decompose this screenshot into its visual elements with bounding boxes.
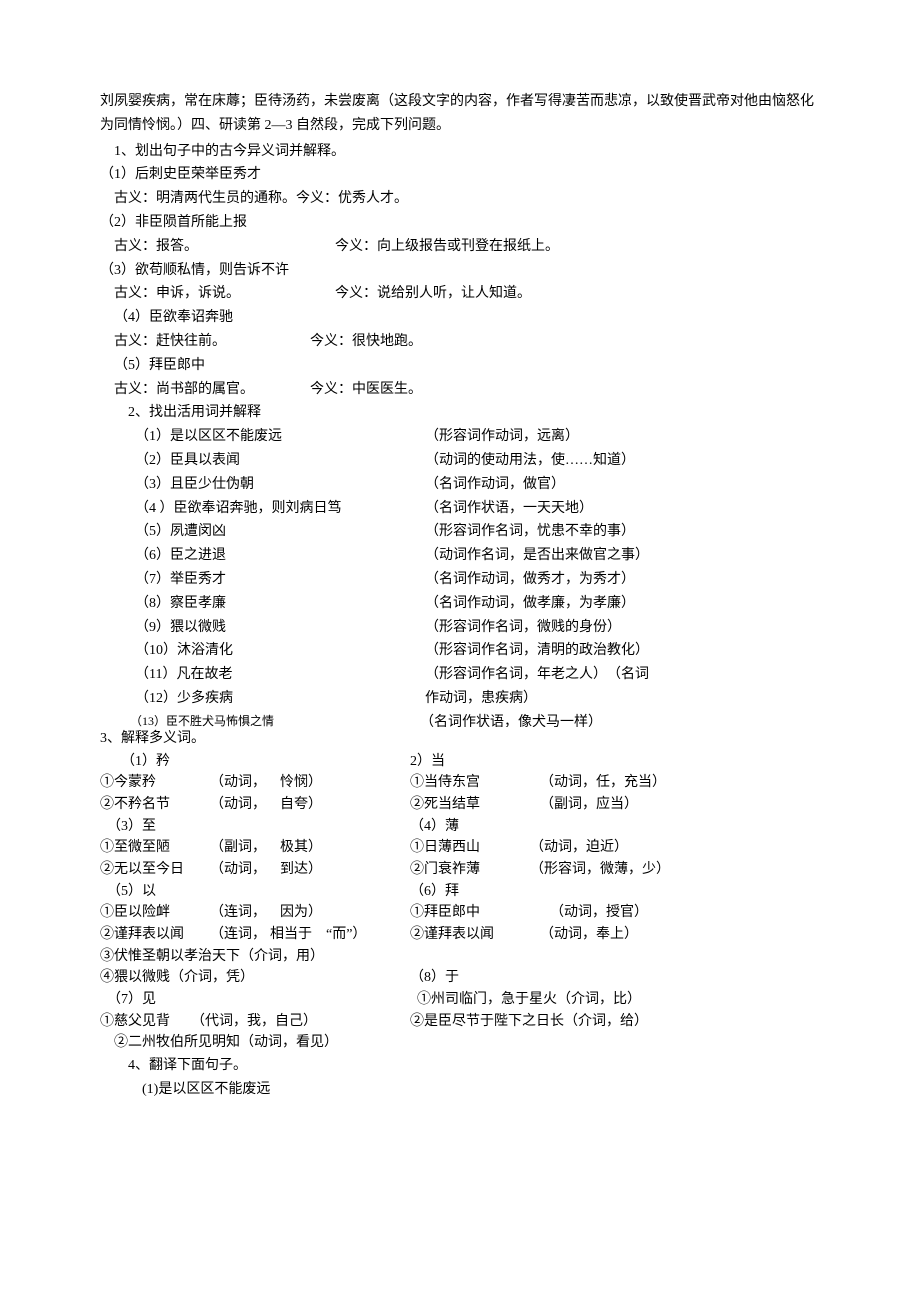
c2-a-l: ①当侍东宫 xyxy=(410,772,540,794)
c6-b-l: ②谨拜表以闻 xyxy=(410,924,540,946)
sec1-item2-new: 今义：向上级报告或刊登在报纸上。 xyxy=(335,235,559,259)
c3-b-r: 到达） xyxy=(280,859,322,881)
c4-a-l: ①日薄西山 xyxy=(410,837,530,859)
c6-a-l: ①拜臣郎中 xyxy=(410,902,550,924)
list-item: （7）举臣秀才 xyxy=(100,568,425,592)
list-item: （动词作名词，是否出来做官之事） xyxy=(425,544,649,568)
c5-a-r: 因为） xyxy=(280,902,322,924)
c4-title: （4）薄 xyxy=(410,816,790,838)
c4-b-m: （形容词，微薄，少） xyxy=(530,859,670,881)
sec1-item3-new: 今义：说给别人听，让人知道。 xyxy=(335,282,531,306)
c2-a-m: （动词，任，充当） xyxy=(540,772,666,794)
c5-b-l: ②谨拜表以闻 xyxy=(100,924,210,946)
c5-b-m: （连词， xyxy=(210,924,270,946)
c1-b-l: ②不矜名节 xyxy=(100,794,210,816)
list-item: （名词作动词，做官） xyxy=(425,473,565,497)
c5-a-m: （连词， xyxy=(210,902,280,924)
list-item: （名词作动词，做孝廉，为孝廉） xyxy=(425,592,635,616)
c2-b-l: ②死当结草 xyxy=(410,794,540,816)
c5-d: ④猥以微贱（介词，凭） xyxy=(100,967,410,989)
list-item: （3）且臣少仕伪朝 xyxy=(100,473,425,497)
list-item: （11）凡在故老 xyxy=(100,663,425,687)
c1-b-m: （动词， xyxy=(210,794,280,816)
sec1-item3-old: 古义：申诉，诉说。 xyxy=(100,282,240,306)
list-item: （形容词作名词，忧患不幸的事） xyxy=(425,520,635,544)
c6-title: （6）拜 xyxy=(410,881,790,903)
c1-a-m: （动词， xyxy=(210,772,280,794)
c3-a-l: ①至微至陋 xyxy=(100,837,210,859)
c6-b-m: （动词，奉上） xyxy=(540,924,638,946)
c7-a: ①慈父见背 （代词，我，自己） xyxy=(100,1011,410,1033)
sec3-body: （1）矜 ①今蒙矜 （动词， 怜悯） ②不矜名节 （动词， 自夸） 2）当 ①当… xyxy=(100,751,820,1055)
sec2-title: 2、找出活用词并解释 xyxy=(100,401,820,425)
sec1-item3-head: （3）欲苟顺私情，则告诉不许 xyxy=(100,259,820,283)
list-item: （名词作动词，做秀才，为秀才） xyxy=(425,568,635,592)
list-item: （形容词作名词，微贱的身份） xyxy=(425,616,621,640)
c2-title: 2）当 xyxy=(410,751,790,773)
list-item: 作动词，患疾病） xyxy=(425,687,537,711)
c1-a-l: ①今蒙矜 xyxy=(100,772,210,794)
sec1-item5-old: 古义：尚书部的属官。 xyxy=(100,378,254,402)
c2-b-m: （副词，应当） xyxy=(540,794,638,816)
sec3-title: 3、解释多义词。 xyxy=(100,727,820,751)
list-item: （1）是以区区不能废远 xyxy=(100,425,425,449)
sec2-list: （1）是以区区不能废远（形容词作动词，远离） （2）臣具以表闻（动词的使动用法，… xyxy=(100,425,820,727)
list-item: （形容词作动词，远离） xyxy=(425,425,579,449)
list-item: （2）臣具以表闻 xyxy=(100,449,425,473)
c5-b-r: 相当于 “而”） xyxy=(270,924,366,946)
sec1-item1-head: （1）后刺史臣荣举臣秀才 xyxy=(100,163,820,187)
list-item: （名词作状语，一天天地） xyxy=(425,497,593,521)
list-item: （5）夙遭闵凶 xyxy=(100,520,425,544)
c3-b-l: ②无以至今日 xyxy=(100,859,210,881)
list-item: （9）猥以微贱 xyxy=(100,616,425,640)
c8-title: （8）于 xyxy=(410,967,459,989)
c4-a-m: （动词，迫近） xyxy=(530,837,628,859)
sec1-item5-head: （5）拜臣郎中 xyxy=(100,354,820,378)
c3-b-m: （动词， xyxy=(210,859,280,881)
c6-a-m: （动词，授官） xyxy=(550,902,648,924)
c1-a-r: 怜悯） xyxy=(280,772,322,794)
list-item: （动词的使动用法，使……知道） xyxy=(425,449,635,473)
c5-title: （5）以 xyxy=(100,881,410,903)
sec4-item1: (1)是以区区不能废远 xyxy=(100,1078,820,1102)
list-item: （12）少多疾病 xyxy=(100,687,425,711)
c5-c: ③伏惟圣朝以孝治天下（介词，用） xyxy=(100,946,820,968)
list-item: （形容词作名词，清明的政治教化） xyxy=(425,639,649,663)
list-item: （形容词作名词，年老之人） （名词 xyxy=(425,663,649,687)
c3-title: （3）至 xyxy=(100,816,410,838)
list-item: （6）臣之进退 xyxy=(100,544,425,568)
c8-b: ②是臣尽节于陛下之日长（介词，给） xyxy=(410,1011,648,1033)
list-item: （10）沐浴清化 xyxy=(100,639,425,663)
c4-b-l: ②门衰祚薄 xyxy=(410,859,530,881)
c3-a-m: （副词， xyxy=(210,837,280,859)
c7-b: ②二州牧伯所见明知（动词，看见） xyxy=(100,1032,820,1054)
sec1-title: 1、划出句子中的古今异义词并解释。 xyxy=(100,140,820,164)
list-item: （8）察臣孝廉 xyxy=(100,592,425,616)
c7-title: （7）见 xyxy=(100,989,417,1011)
c1-title: （1）矜 xyxy=(100,751,236,773)
c5-a-l: ①臣以险衅 xyxy=(100,902,210,924)
c1-b-r: 自夸） xyxy=(280,794,322,816)
c8-a: ①州司临门，急于星火（介词，比） xyxy=(417,989,641,1011)
intro-text: 刘夙婴疾病，常在床蓐；臣待汤药，未尝废离（这段文字的内容，作者写得凄苦而悲凉，以… xyxy=(100,90,820,138)
list-item: （名词作状语，像犬马一样） xyxy=(420,711,602,727)
list-item: （4 ）臣欲奉诏奔驰，则刘病日笃 xyxy=(100,497,425,521)
sec1-item5-new: 今义：中医医生。 xyxy=(310,378,422,402)
list-item: （13）臣不胜犬马怖惧之情 xyxy=(100,711,420,727)
c3-a-r: 极其） xyxy=(280,837,322,859)
sec1-item2-head: （2）非臣陨首所能上报 xyxy=(100,211,820,235)
sec1-item2-old: 古义：报答。 xyxy=(100,235,198,259)
sec4-title: 4、翻译下面句子。 xyxy=(100,1054,820,1078)
sec1-item4-new: 今义：很快地跑。 xyxy=(310,330,422,354)
sec1-item4-old: 古义：赶快往前。 xyxy=(100,330,226,354)
sec1-item4-head: （4）臣欲奉诏奔驰 xyxy=(100,306,820,330)
sec1-item1-def: 古义：明清两代生员的通称。今义：优秀人才。 xyxy=(100,187,820,211)
